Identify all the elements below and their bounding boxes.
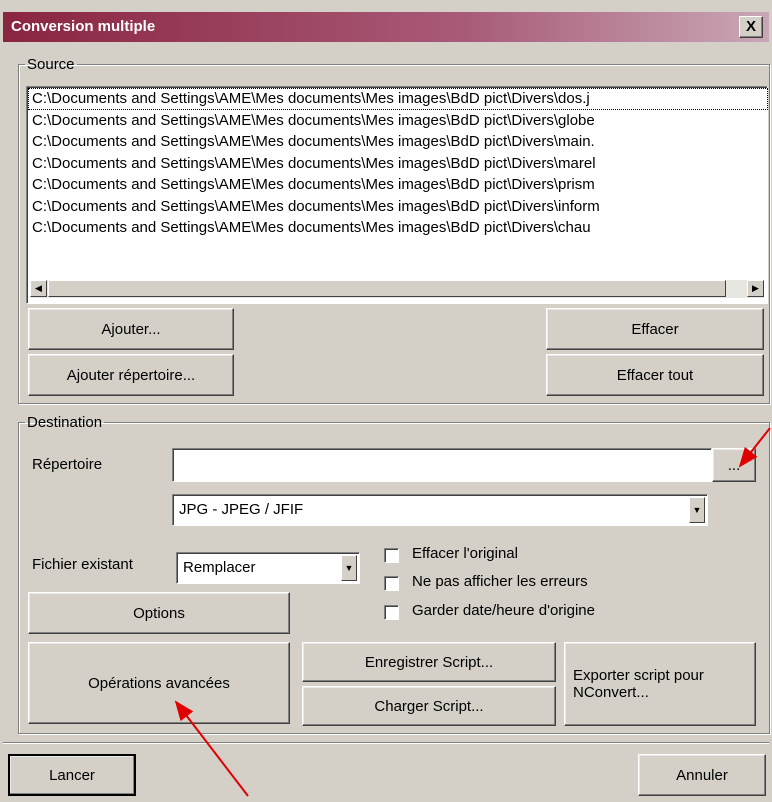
add-button[interactable]: Ajouter... [28, 308, 234, 350]
title-bar[interactable]: Conversion multiple X [3, 12, 769, 42]
chevron-down-icon[interactable]: ▼ [341, 555, 357, 581]
add-folder-button[interactable]: Ajouter répertoire... [28, 354, 234, 396]
hide-errors-checkbox[interactable] [384, 576, 399, 591]
horizontal-scrollbar[interactable]: ◀ ▶ [30, 280, 764, 298]
scroll-left-icon[interactable]: ◀ [30, 280, 47, 297]
hide-errors-label: Ne pas afficher les erreurs [412, 573, 588, 590]
conversion-dialog: Conversion multiple X Source C:\Document… [0, 0, 772, 802]
clear-button[interactable]: Effacer [546, 308, 764, 350]
source-legend: Source [27, 56, 75, 73]
footer-separator [3, 742, 769, 744]
options-button[interactable]: Options [28, 592, 290, 634]
format-select[interactable]: JPG - JPEG / JFIF ▼ [172, 494, 708, 526]
load-script-button[interactable]: Charger Script... [302, 686, 556, 726]
source-file-list-rows: C:\Documents and Settings\AME\Mes docume… [28, 88, 768, 304]
scroll-right-icon[interactable]: ▶ [747, 280, 764, 297]
list-item[interactable]: C:\Documents and Settings\AME\Mes docume… [28, 110, 768, 132]
list-item[interactable]: C:\Documents and Settings\AME\Mes docume… [28, 196, 768, 218]
save-script-button[interactable]: Enregistrer Script... [302, 642, 556, 682]
list-item[interactable]: C:\Documents and Settings\AME\Mes docume… [28, 131, 768, 153]
list-item[interactable]: C:\Documents and Settings\AME\Mes docume… [28, 217, 768, 239]
window-title: Conversion multiple [11, 18, 156, 35]
delete-original-checkbox[interactable] [384, 548, 399, 563]
keep-date-checkbox[interactable] [384, 605, 399, 620]
export-script-button[interactable]: Exporter script pour NConvert... [564, 642, 756, 726]
existing-file-value: Remplacer [183, 559, 256, 576]
format-value: JPG - JPEG / JFIF [179, 501, 304, 518]
clear-all-button[interactable]: Effacer tout [546, 354, 764, 396]
folder-input[interactable] [172, 448, 712, 482]
list-item[interactable]: C:\Documents and Settings\AME\Mes docume… [28, 88, 768, 110]
scroll-thumb[interactable] [48, 280, 726, 297]
browse-button[interactable]: ... [712, 448, 756, 482]
existing-file-label: Fichier existant [32, 556, 133, 573]
advanced-operations-button[interactable]: Opérations avancées [28, 642, 290, 724]
destination-legend: Destination [27, 414, 103, 431]
keep-date-label: Garder date/heure d'origine [412, 602, 595, 619]
chevron-down-icon[interactable]: ▼ [689, 497, 705, 523]
existing-file-select[interactable]: Remplacer ▼ [176, 552, 360, 584]
cancel-button[interactable]: Annuler [638, 754, 766, 796]
start-button[interactable]: Lancer [8, 754, 136, 796]
folder-label: Répertoire [32, 456, 103, 473]
list-item[interactable]: C:\Documents and Settings\AME\Mes docume… [28, 153, 768, 175]
close-button[interactable]: X [739, 16, 763, 38]
delete-original-label: Effacer l'original [412, 545, 518, 562]
list-item[interactable]: C:\Documents and Settings\AME\Mes docume… [28, 174, 768, 196]
